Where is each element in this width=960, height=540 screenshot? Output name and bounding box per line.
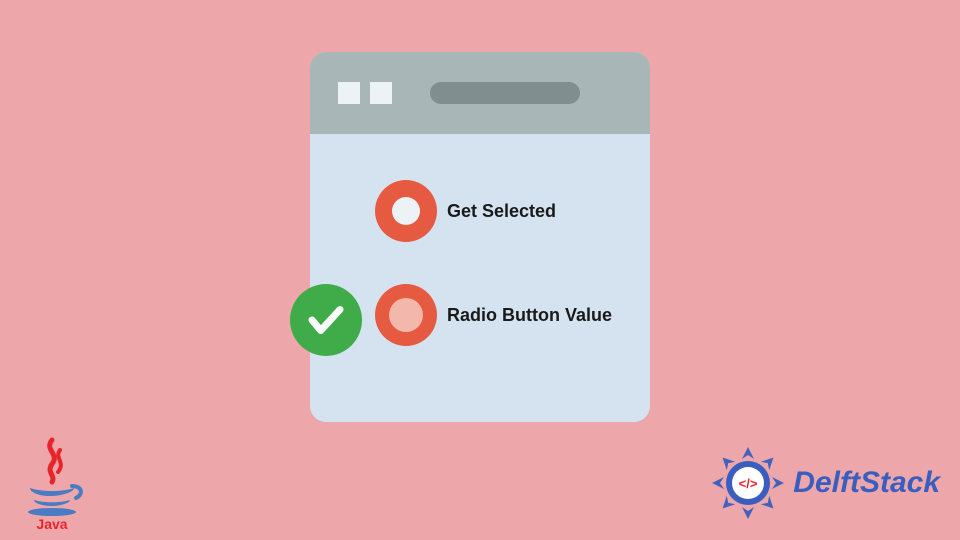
- svg-text:</>: </>: [739, 476, 758, 491]
- checkmark-badge-icon: [290, 284, 362, 356]
- radio-dot-unselected: [392, 197, 420, 225]
- radio-ring-icon: [375, 180, 437, 242]
- radio-dot-selected: [389, 298, 423, 332]
- app-window: Get Selected Radio Button Value: [310, 52, 650, 422]
- window-control-square: [338, 82, 360, 104]
- radio-option-1[interactable]: Get Selected: [375, 180, 556, 242]
- delftstack-text: DelftStack: [793, 466, 940, 500]
- delftstack-ornament-icon: </>: [709, 444, 787, 522]
- radio-label: Get Selected: [447, 201, 556, 222]
- window-address-bar: [430, 82, 580, 104]
- java-text: Java: [36, 516, 67, 532]
- radio-label: Radio Button Value: [447, 305, 612, 326]
- window-control-square: [370, 82, 392, 104]
- radio-ring-icon: [375, 284, 437, 346]
- window-titlebar: [310, 52, 650, 134]
- java-logo-icon: Java: [12, 432, 92, 532]
- radio-option-2[interactable]: Radio Button Value: [375, 284, 612, 346]
- delftstack-logo: </> DelftStack: [709, 444, 940, 522]
